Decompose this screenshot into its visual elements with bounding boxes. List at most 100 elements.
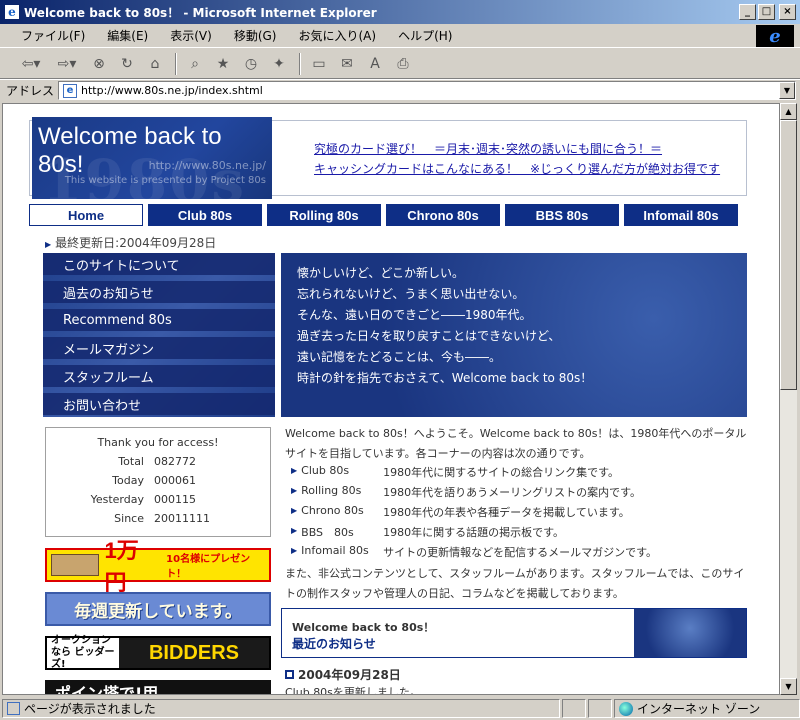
counter-label: Total	[118, 455, 144, 468]
feature-name: Rolling 80s	[301, 484, 362, 497]
tab-home[interactable]: Home	[29, 204, 143, 226]
ie-page-icon: e	[4, 4, 20, 20]
side-menu-staffroom[interactable]: スタッフルーム	[43, 365, 275, 387]
channels-icon[interactable]: ✦	[266, 52, 292, 76]
tab-infomail-80s[interactable]: Infomail 80s	[624, 204, 738, 226]
triangle-bullet-icon: ▶	[291, 526, 298, 535]
close-button[interactable]: ×	[779, 4, 796, 20]
back-arrow-icon[interactable]: ⇦▾	[14, 52, 48, 76]
triangle-bullet-icon: ▶	[291, 486, 298, 495]
mail-icon[interactable]: ✉	[334, 52, 360, 76]
news-date: 2004年09月28日	[285, 666, 401, 683]
print-icon[interactable]: ⎙	[390, 52, 416, 76]
tab-chrono-80s[interactable]: Chrono 80s	[386, 204, 500, 226]
triangle-bullet-icon: ▶	[45, 240, 52, 249]
feature-item: ▶ BBS 80s 1980年に関する話題の掲示板です。	[291, 524, 747, 540]
feature-desc: 1980年代を語りあうメーリングリストの案内です。	[383, 486, 642, 499]
news-box-image	[634, 609, 746, 657]
side-menu-mailmagazine[interactable]: メールマガジン	[43, 337, 275, 359]
menu-go[interactable]: 移動(G)	[223, 27, 288, 44]
feature-desc: 1980年代の年表や各種データを掲載しています。	[383, 506, 630, 519]
tab-club-80s[interactable]: Club 80s	[148, 204, 262, 226]
feature-name: BBS 80s	[301, 526, 354, 539]
status-bar: ページが表示されました インターネット ゾーン	[0, 697, 800, 720]
banknote-icon	[51, 554, 99, 576]
bidders-banner-left: オークションなら ビッダーズ!	[51, 635, 115, 670]
counter-row: Today 000061	[46, 474, 270, 487]
minimize-button[interactable]: _	[739, 4, 756, 20]
maximize-button[interactable]: □	[758, 4, 775, 20]
triangle-bullet-icon: ▶	[291, 466, 298, 475]
counter-row: Total 082772	[46, 455, 270, 468]
logo-url: http://www.80s.ne.jp/	[148, 159, 266, 172]
nav-tabs: Home Club 80s Rolling 80s Chrono 80s BBS…	[29, 204, 747, 226]
zone-text: インターネット ゾーン	[637, 702, 761, 716]
vertical-scrollbar[interactable]: ▲ ▼	[780, 103, 797, 695]
present-banner[interactable]: 1万円 10名様にプレゼント！	[45, 538, 271, 595]
forward-arrow-icon[interactable]: ⇨▾	[50, 52, 84, 76]
hero-line: 時計の針を指先でおさえて、Welcome back to 80s！	[297, 371, 593, 385]
feature-desc: 1980年代に関するサイトの総合リンク集です。	[383, 466, 620, 479]
intro-text: Welcome back to 80s！へようこそ。Welcome back t…	[285, 427, 747, 460]
stop-icon[interactable]: ⊗	[86, 52, 112, 76]
font-size-icon[interactable]: A	[362, 52, 388, 76]
news-box-subtitle: 最近のお知らせ	[292, 637, 376, 651]
scroll-up-icon[interactable]: ▲	[780, 103, 797, 120]
toolbar: ⇦▾ ⇨▾ ⊗ ↻ ⌂ ⌕ ★ ◷ ✦ ▭ ✉ A ⎙	[0, 49, 800, 79]
refresh-icon[interactable]: ↻	[114, 52, 140, 76]
menu-bar: ファイル(F) 編集(E) 表示(V) 移動(G) お気に入り(A) ヘルプ(H…	[0, 24, 800, 48]
history-icon[interactable]: ◷	[238, 52, 264, 76]
feature-item: ▶ Rolling 80s 1980年代を語りあうメーリングリストの案内です。	[291, 484, 747, 500]
address-input[interactable]: e http://www.80s.ne.jp/index.shtml ▼	[58, 81, 796, 100]
news-text: Club 80sを更新しました。	[285, 686, 421, 695]
side-menu-recommend[interactable]: Recommend 80s	[43, 309, 275, 331]
ad-link-cashing[interactable]: キャッシングカードはこんなにある！ ※じっくり選んだ方が絶対お得です	[314, 159, 720, 179]
search-icon[interactable]: ⌕	[182, 52, 208, 76]
hero-line: 忘れられないけど、うまく思い出せない。	[297, 287, 525, 301]
news-date-text: 2004年09月28日	[298, 668, 401, 682]
favorites-icon[interactable]: ★	[210, 52, 236, 76]
point-banner[interactable]: ポイン塔で!用	[45, 680, 271, 694]
status-cell	[562, 699, 586, 718]
present-banner-text: 10名様にプレゼント！	[166, 554, 251, 580]
menu-favorites[interactable]: お気に入り(A)	[287, 27, 387, 44]
menu-edit[interactable]: 編集(E)	[96, 27, 159, 44]
window-titlebar[interactable]: e Welcome back to 80s！ - Microsoft Inter…	[0, 0, 800, 24]
scroll-down-icon[interactable]: ▼	[780, 678, 797, 695]
counter-row: Yesterday 000115	[46, 493, 270, 506]
menu-help[interactable]: ヘルプ(H)	[387, 27, 463, 44]
feature-item: ▶ Infomail 80s サイトの更新情報などを配信するメールマガジンです。	[291, 544, 747, 560]
home-icon[interactable]: ⌂	[142, 52, 168, 76]
feature-name: Club 80s	[301, 464, 350, 477]
menu-file[interactable]: ファイル(F)	[10, 27, 96, 44]
feature-name: Chrono 80s	[301, 504, 364, 517]
address-url[interactable]: http://www.80s.ne.jp/index.shtml	[81, 84, 263, 97]
ad-links: 究極のカード選び！ ＝月末･週末･突然の誘いにも間に合う！＝ キャッシングカード…	[314, 139, 720, 179]
site-logo[interactable]: 1980s Welcome back to 80s! http://www.80…	[32, 117, 272, 199]
side-menu-past-news[interactable]: 過去のお知らせ	[43, 281, 275, 303]
news-box: Welcome back to 80s！ 最近のお知らせ	[281, 608, 747, 658]
address-dropdown-icon[interactable]: ▼	[779, 82, 795, 99]
weekly-update-banner[interactable]: 毎週更新しています。	[45, 592, 271, 626]
side-menu-contact[interactable]: お問い合わせ	[43, 393, 275, 415]
tab-rolling-80s[interactable]: Rolling 80s	[267, 204, 381, 226]
scrollbar-thumb[interactable]	[780, 120, 797, 390]
last-updated: ▶ 最終更新日:2004年09月28日	[45, 234, 216, 251]
side-menu-about[interactable]: このサイトについて	[43, 253, 275, 275]
hero-line: 遠い記憶をたどることは、今も――。	[297, 350, 502, 364]
ad-link-card[interactable]: 究極のカード選び！ ＝月末･週末･突然の誘いにも間に合う！＝	[314, 139, 720, 159]
counter-label: Yesterday	[90, 493, 144, 506]
page-icon: e	[63, 83, 78, 98]
access-counter: Thank you for access! Total 082772 Today 0…	[45, 427, 271, 537]
ie-throbber-icon: e	[756, 25, 794, 47]
logo-subtitle: This website is presented by Project 80s	[64, 175, 266, 186]
menu-view[interactable]: 表示(V)	[159, 27, 223, 44]
present-banner-amount: 1万円	[104, 538, 139, 595]
fullscreen-icon[interactable]: ▭	[306, 52, 332, 76]
last-updated-text: 最終更新日:2004年09月28日	[55, 236, 217, 250]
globe-icon	[619, 701, 633, 716]
triangle-bullet-icon: ▶	[291, 546, 298, 555]
bidders-banner[interactable]: オークションなら ビッダーズ! BIDDERS	[45, 635, 271, 670]
tab-bbs-80s[interactable]: BBS 80s	[505, 204, 619, 226]
page-done-icon	[7, 702, 20, 715]
